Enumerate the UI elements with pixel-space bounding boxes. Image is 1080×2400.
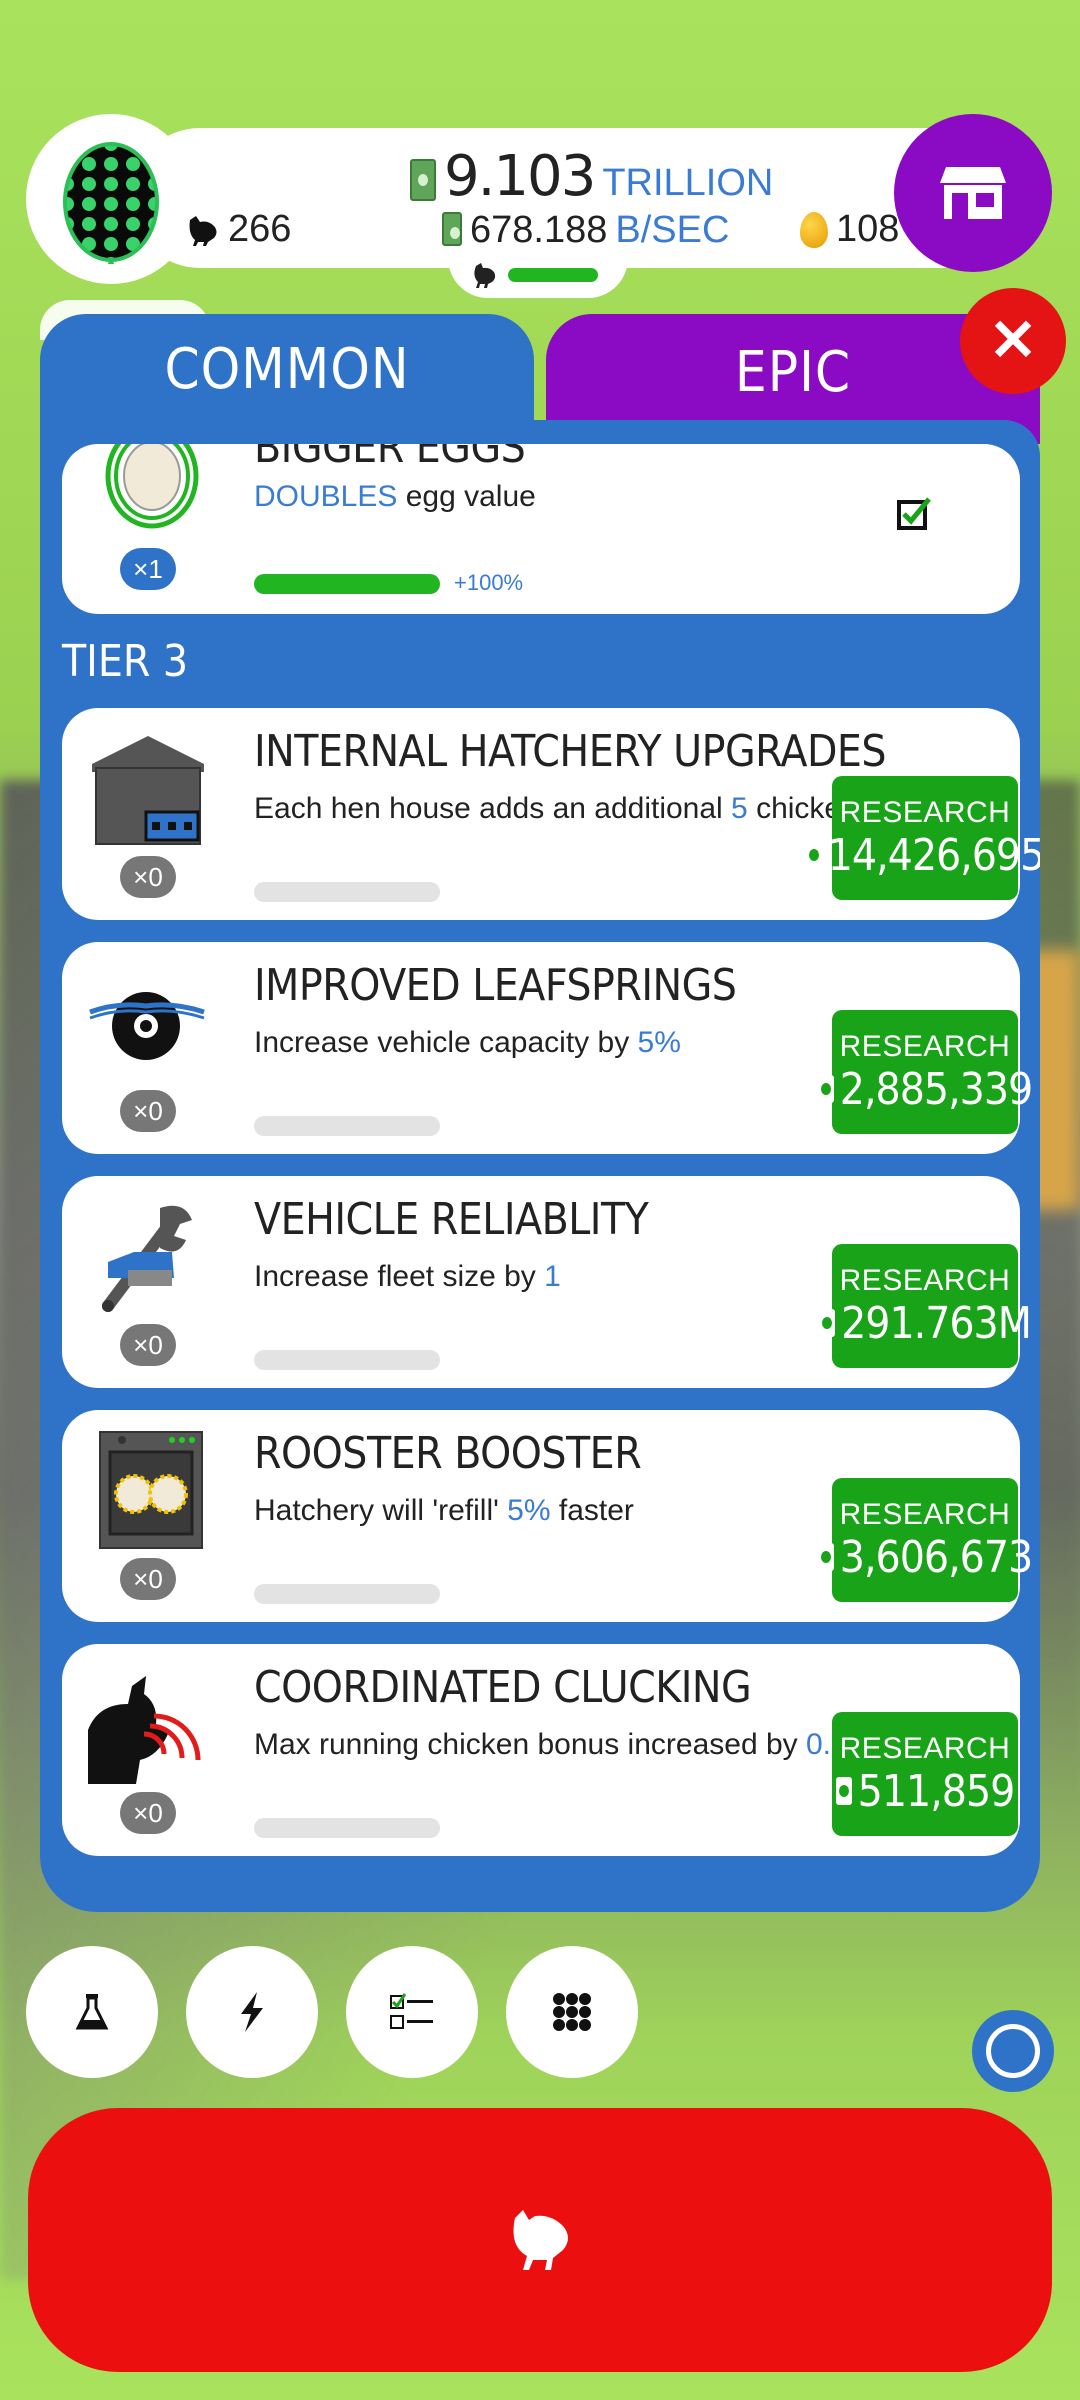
research-card: INTERNAL HATCHERY UPGRADES Each hen hous…: [62, 708, 1040, 920]
checkmark-icon: [897, 497, 931, 530]
incubator-icon: [88, 1430, 208, 1550]
chicken-icon: [513, 2210, 568, 2270]
menu-grid-button[interactable]: [506, 1946, 638, 2078]
research-card: COORDINATED CLUCKING Max running chicken…: [62, 1644, 1020, 1856]
golden-egg-icon: [800, 211, 828, 248]
level-pill: ×0: [120, 1324, 176, 1366]
research-progress-bar: [254, 1584, 440, 1604]
research-title: BIGGER EGGS: [254, 444, 526, 473]
research-progress-bar: [254, 1116, 440, 1136]
level-pill: ×0: [120, 1558, 176, 1600]
research-title: INTERNAL HATCHERY UPGRADES: [254, 726, 887, 777]
egg-icon: [63, 142, 159, 264]
cash-icon: [817, 1075, 834, 1103]
research-card: IMPROVED LEAFSPRINGS Increase vehicle ca…: [62, 942, 1033, 1154]
lightning-icon: [241, 1992, 263, 2032]
research-desc: Increase vehicle capacity by 5%: [254, 1026, 681, 1059]
research-card-bigger-eggs: BIGGER EGGS DOUBLES egg value ×1 +100%: [62, 444, 1020, 614]
research-card: VEHICLE RELIABLITY Increase fleet size b…: [62, 1176, 1032, 1388]
research-panel[interactable]: BIGGER EGGS DOUBLES egg value ×1 +100% T…: [40, 420, 1040, 1912]
tier-label: TIER 3: [62, 636, 189, 687]
chick-icon: [474, 263, 496, 288]
cash-icon: [410, 159, 436, 201]
wrench-truck-icon: [88, 1196, 208, 1316]
research-title: COORDINATED CLUCKING: [254, 1662, 752, 1713]
research-button[interactable]: RESEARCH 2,885,339: [817, 1010, 1033, 1134]
golden-egg-count: 108: [800, 208, 899, 251]
level-pill: ×0: [120, 1792, 176, 1834]
hatch-chicken-button[interactable]: [28, 2108, 1052, 2372]
boosts-button[interactable]: [186, 1946, 318, 2078]
research-title: ROOSTER BOOSTER: [254, 1428, 642, 1479]
golden-egg-value: 108: [836, 208, 900, 250]
flask-icon: [75, 1994, 109, 2030]
research-title: VEHICLE RELIABLITY: [254, 1194, 649, 1245]
money-value: 9.103: [444, 144, 596, 209]
close-button[interactable]: ✕: [960, 288, 1066, 394]
hatchery-progress-bar: [508, 268, 598, 282]
research-lab-button[interactable]: [26, 1946, 158, 2078]
shop-icon: [940, 167, 1006, 219]
bonus-text: +100%: [454, 570, 524, 595]
hen-house-icon: [88, 728, 208, 848]
checklist-icon: [390, 1993, 433, 2029]
money-display: 9.103 TRILLION: [410, 144, 774, 209]
research-desc: Increase fleet size by 1: [254, 1260, 561, 1293]
research-desc: Max running chicken bonus increased by 0…: [254, 1728, 865, 1761]
research-progress-bar: [254, 1818, 440, 1838]
level-pill: ×0: [120, 1090, 176, 1132]
research-progress-bar: [254, 574, 440, 594]
wheel-spring-icon: [88, 962, 208, 1082]
missions-button[interactable]: [346, 1946, 478, 2078]
egg-icon: [105, 444, 199, 529]
research-title: IMPROVED LEAFSPRINGS: [254, 960, 737, 1011]
rate-unit: B/SEC: [615, 209, 730, 251]
research-desc: DOUBLES egg value: [254, 480, 536, 513]
current-egg-button[interactable]: [26, 114, 196, 284]
clucking-chicken-icon: [88, 1664, 208, 1784]
hatchery-progress: [448, 250, 628, 298]
research-card: ROOSTER BOOSTER Hatchery will 'refill' 5…: [62, 1410, 1033, 1622]
money-unit: TRILLION: [602, 162, 774, 204]
rate-value: 678.188: [470, 209, 608, 251]
shop-button[interactable]: [894, 114, 1052, 272]
chicken-count: 266: [186, 208, 291, 251]
cash-icon: [835, 1777, 852, 1805]
cash-icon: [817, 1543, 834, 1571]
research-button[interactable]: RESEARCH 291.763M: [819, 1244, 1032, 1368]
cash-icon: [442, 212, 462, 246]
cash-icon: [805, 841, 822, 869]
chicken-icon: [189, 215, 217, 246]
research-desc: Hatchery will 'refill' 5% faster: [254, 1494, 634, 1527]
level-pill: ×0: [120, 856, 176, 898]
research-progress-bar: [254, 1350, 440, 1370]
tab-epic-label: EPIC: [734, 340, 852, 405]
research-button[interactable]: RESEARCH 14,426,695: [805, 776, 1040, 900]
tab-common[interactable]: COMMON: [40, 314, 534, 424]
research-button[interactable]: RESEARCH 3,606,673: [817, 1478, 1033, 1602]
research-progress-bar: [254, 882, 440, 902]
earning-rate: 678.188 B/SEC: [442, 208, 729, 252]
close-icon: ✕: [988, 308, 1038, 373]
cash-icon: [819, 1309, 836, 1337]
research-button[interactable]: RESEARCH 511,859: [832, 1712, 1018, 1836]
grid-icon: [553, 1993, 591, 2031]
tab-common-label: COMMON: [164, 336, 410, 402]
research-desc: Each hen house adds an additional 5 chic…: [254, 792, 929, 825]
chicken-count-value: 266: [228, 208, 292, 250]
level-pill: ×1: [120, 548, 176, 590]
assistive-circle-icon[interactable]: [972, 2010, 1054, 2092]
